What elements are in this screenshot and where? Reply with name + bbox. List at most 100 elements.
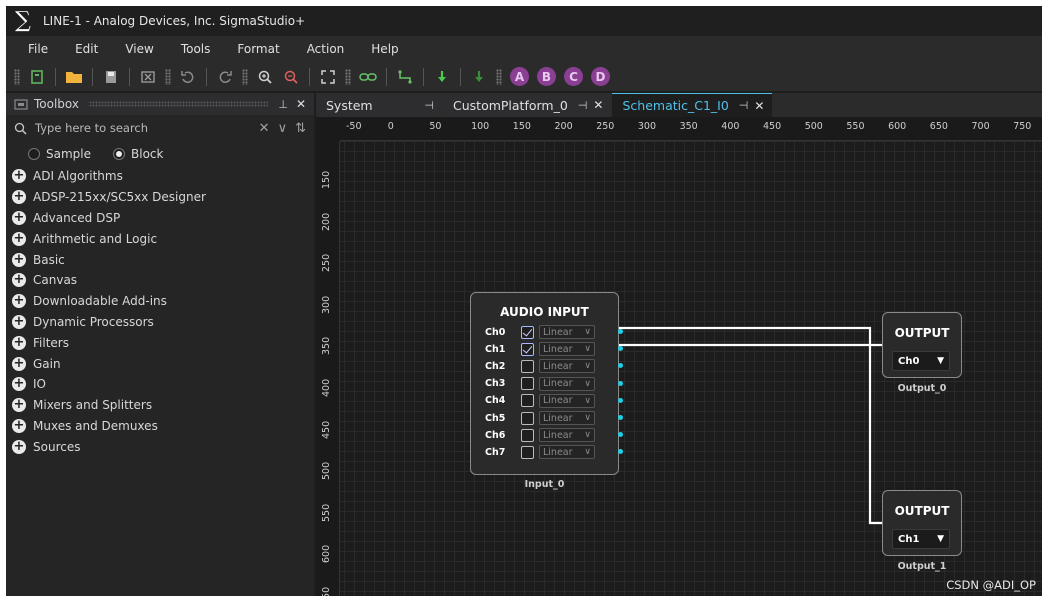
expand-plus-icon[interactable]: + <box>12 273 26 288</box>
category-item[interactable]: + Gain <box>6 353 314 374</box>
category-item[interactable]: + IO <box>6 374 314 395</box>
menu-format[interactable]: Format <box>237 42 279 56</box>
audio-input-block[interactable]: AUDIO INPUT Ch0 Linear ∨ Ch1 Linear ∨ Ch2 Linea… <box>470 292 623 475</box>
expand-plus-icon[interactable]: + <box>12 356 26 371</box>
expand-plus-icon[interactable]: + <box>12 210 26 225</box>
open-folder-button[interactable] <box>64 67 84 87</box>
channel-enable-checkbox[interactable] <box>521 411 534 425</box>
mode-select[interactable]: Linear ∨ <box>539 393 595 408</box>
expand-plus-icon[interactable]: + <box>12 252 26 267</box>
category-item[interactable]: + Canvas <box>6 270 314 291</box>
tab-customplatform[interactable]: CustomPlatform_0 ⊣ ✕ <box>443 93 612 117</box>
category-item[interactable]: + ADSP-215xx/SC5xx Designer <box>6 187 314 208</box>
category-item[interactable]: + Arithmetic and Logic <box>6 228 314 249</box>
output-block[interactable]: OUTPUT Ch0 ▼ <box>882 312 962 378</box>
search-input[interactable]: Type here to search <box>35 121 259 135</box>
delete-button[interactable] <box>138 67 158 87</box>
expand-plus-icon[interactable]: + <box>12 294 26 309</box>
close-icon[interactable]: ✕ <box>296 97 306 111</box>
channel-enable-checkbox[interactable] <box>521 325 534 339</box>
pin-icon[interactable]: ⊥ <box>278 98 288 111</box>
radio-sample[interactable] <box>28 147 40 160</box>
wire-route-icon[interactable] <box>395 67 415 87</box>
channel-enable-checkbox[interactable] <box>521 342 534 356</box>
channel-enable-checkbox[interactable] <box>521 445 534 459</box>
expand-plus-icon[interactable]: + <box>12 169 26 184</box>
category-item[interactable]: + Dynamic Processors <box>6 312 314 333</box>
zoom-out-icon[interactable] <box>281 67 301 87</box>
pin-icon[interactable]: ⊣ <box>578 99 588 112</box>
category-item[interactable]: + Muxes and Demuxes <box>6 416 314 437</box>
radio-block-label[interactable]: Block <box>131 147 163 161</box>
close-icon[interactable]: ✕ <box>754 99 764 113</box>
category-item[interactable]: + ADI Algorithms <box>6 166 314 187</box>
b-button[interactable]: B <box>537 67 556 86</box>
tab-system[interactable]: System ⊣ <box>316 93 442 117</box>
chevron-down-icon[interactable]: ∨ <box>278 121 288 136</box>
category-item[interactable]: + Filters <box>6 332 314 353</box>
expand-plus-icon[interactable]: + <box>12 398 26 413</box>
zoom-in-icon[interactable] <box>255 67 275 87</box>
channel-enable-checkbox[interactable] <box>521 394 534 408</box>
close-icon[interactable]: ✕ <box>593 98 603 112</box>
redo-button[interactable] <box>215 67 235 87</box>
expand-plus-icon[interactable]: + <box>12 439 26 454</box>
menu-action[interactable]: Action <box>307 42 345 56</box>
mode-select[interactable]: Linear ∨ <box>539 359 595 374</box>
save-button[interactable] <box>101 67 121 87</box>
channel-enable-checkbox[interactable] <box>521 359 534 373</box>
mode-select[interactable]: Linear ∨ <box>539 325 595 339</box>
category-item[interactable]: + Advanced DSP <box>6 208 314 229</box>
d-button[interactable]: D <box>591 67 610 86</box>
sort-icon[interactable]: ⇅ <box>295 121 306 136</box>
wire-ch0-output1[interactable] <box>618 326 884 525</box>
expand-plus-icon[interactable]: + <box>12 190 26 205</box>
mode-select[interactable]: Linear ∨ <box>539 342 595 357</box>
menu-file[interactable]: File <box>28 42 48 56</box>
channel-select[interactable]: Ch1 ▼ <box>892 529 950 549</box>
clear-search-icon[interactable]: ✕ <box>259 121 270 136</box>
new-project-button[interactable] <box>27 67 47 87</box>
pin-icon[interactable]: ⊣ <box>739 99 749 112</box>
menu-edit[interactable]: Edit <box>75 42 98 56</box>
schematic-canvas[interactable]: -50 0 50 100 150 200 250 300 350 400 450 500 550 600 6… <box>316 117 1042 596</box>
mode-select[interactable]: Linear ∨ <box>539 428 595 443</box>
mode-select[interactable]: Linear ∨ <box>539 376 595 391</box>
channel-select[interactable]: Ch0 ▼ <box>892 351 950 371</box>
category-item[interactable]: + Downloadable Add-ins <box>6 291 314 312</box>
expand-plus-icon[interactable]: + <box>12 418 26 433</box>
expand-plus-icon[interactable]: + <box>12 314 26 329</box>
expand-plus-icon[interactable]: + <box>12 231 26 246</box>
menu-view[interactable]: View <box>125 42 153 56</box>
undo-button[interactable] <box>178 67 198 87</box>
category-item[interactable]: + Basic <box>6 249 314 270</box>
menu-bar: File Edit View Tools Format Action Help <box>6 36 1042 62</box>
channel-enable-checkbox[interactable] <box>521 377 534 391</box>
mode-select[interactable]: Linear ∨ <box>539 445 595 460</box>
tab-schematic[interactable]: Schematic_C1_I0 ⊣ ✕ <box>612 93 773 117</box>
link-compile-download-icon[interactable] <box>469 67 489 87</box>
pin-icon[interactable]: ⊣ <box>424 99 434 112</box>
category-item[interactable]: + Mixers and Splitters <box>6 395 314 416</box>
toolbox-search[interactable]: Type here to search ✕ ∨ ⇅ <box>6 115 314 141</box>
link-icon[interactable] <box>358 67 378 87</box>
output-pin[interactable] <box>618 380 623 386</box>
output-pin[interactable] <box>618 415 623 420</box>
category-item[interactable]: + Sources <box>6 436 314 457</box>
mode-select[interactable]: Linear ∨ <box>539 411 595 425</box>
radio-block[interactable] <box>113 147 125 160</box>
radio-sample-label[interactable]: Sample <box>46 147 91 161</box>
fit-to-window-icon[interactable] <box>318 67 338 87</box>
toolbar-grip-icon[interactable] <box>14 68 20 85</box>
a-button[interactable]: A <box>510 67 529 86</box>
expand-plus-icon[interactable]: + <box>12 335 26 350</box>
menu-help[interactable]: Help <box>371 42 398 56</box>
c-button[interactable]: C <box>564 67 583 86</box>
output-pin[interactable] <box>618 329 623 334</box>
expand-plus-icon[interactable]: + <box>12 377 26 392</box>
download-icon[interactable] <box>432 67 452 87</box>
channel-enable-checkbox[interactable] <box>521 428 534 442</box>
output-pin[interactable] <box>618 397 623 403</box>
menu-tools[interactable]: Tools <box>181 42 211 56</box>
output-block[interactable]: OUTPUT Ch1 ▼ <box>882 490 962 556</box>
